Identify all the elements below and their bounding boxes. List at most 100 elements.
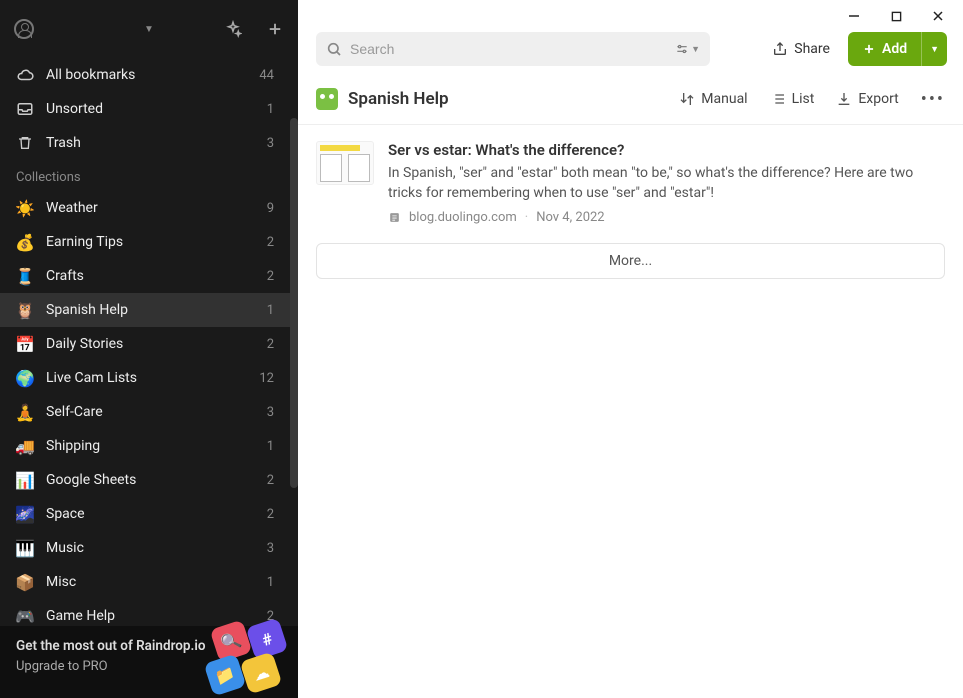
more-icon: ••• xyxy=(921,89,945,110)
sidebar-item-count: 2 xyxy=(267,269,282,284)
collections-heading: Collections xyxy=(0,160,298,191)
collection-emoji-icon: 📊 xyxy=(16,471,34,489)
sidebar-item-count: 2 xyxy=(267,507,282,522)
bookmark-thumbnail xyxy=(316,141,374,185)
more-button[interactable]: ••• xyxy=(921,89,945,110)
bookmark-description: In Spanish, "ser" and "estar" both mean … xyxy=(388,163,945,204)
collection-emoji-icon: ☀️ xyxy=(16,199,34,217)
collection-emoji-icon: 📅 xyxy=(16,335,34,353)
sidebar-item-google-sheets[interactable]: 📊 Google Sheets2 xyxy=(0,463,298,497)
sidebar-item-label: Daily Stories xyxy=(46,336,267,352)
sidebar-item-daily-stories[interactable]: 📅 Daily Stories2 xyxy=(0,327,298,361)
add-button[interactable]: Add ▼ xyxy=(848,32,947,66)
sidebar-item-label: Trash xyxy=(46,135,267,151)
search-icon xyxy=(326,41,342,57)
sidebar-item-shipping[interactable]: 🚚Shipping1 xyxy=(0,429,298,463)
sidebar-item-weather[interactable]: ☀️Weather9 xyxy=(0,191,298,225)
sidebar-item-unsorted[interactable]: Unsorted 1 xyxy=(0,92,298,126)
toolbar: ▼ Share Add ▼ xyxy=(298,28,963,78)
sidebar-item-count: 1 xyxy=(267,575,282,590)
trash-icon xyxy=(16,134,34,152)
sidebar-item-self-care[interactable]: 🧘Self-Care3 xyxy=(0,395,298,429)
content-area: Ser vs estar: What's the difference? In … xyxy=(298,125,963,698)
collection-emoji-icon: 🎹 xyxy=(16,539,34,557)
account-caret-icon[interactable]: ▼ xyxy=(144,24,154,35)
bookmark-meta: blog.duolingo.com · Nov 4, 2022 xyxy=(388,210,945,225)
share-label: Share xyxy=(794,41,830,57)
more-button[interactable]: More... xyxy=(316,243,945,279)
bookmark-title: Ser vs estar: What's the difference? xyxy=(388,141,945,159)
sidebar-item-label: Crafts xyxy=(46,268,267,284)
add-label: Add xyxy=(882,41,907,57)
search-box[interactable]: ▼ xyxy=(316,32,710,66)
sort-button[interactable]: Manual xyxy=(679,91,747,107)
sidebar-header: ▼ xyxy=(0,0,298,58)
sidebar-item-count: 12 xyxy=(259,371,282,386)
add-button-dropdown[interactable]: ▼ xyxy=(921,32,947,66)
collection-header: Spanish Help Manual List Export ••• xyxy=(298,78,963,125)
plus-icon xyxy=(862,42,876,56)
sidebar-item-music[interactable]: 🎹Music3 xyxy=(0,531,298,565)
sort-label: Manual xyxy=(701,91,747,107)
view-button[interactable]: List xyxy=(770,91,815,107)
sidebar-item-label: Google Sheets xyxy=(46,472,267,488)
share-button[interactable]: Share xyxy=(768,35,834,63)
sidebar-item-count: 3 xyxy=(267,136,282,151)
sidebar-item-live-cam-lists[interactable]: 🌍Live Cam Lists12 xyxy=(0,361,298,395)
minimize-button[interactable] xyxy=(847,9,861,23)
sidebar-item-crafts[interactable]: 🧵 Crafts2 xyxy=(0,259,298,293)
export-icon xyxy=(836,91,852,107)
sidebar-item-count: 44 xyxy=(259,68,282,83)
sidebar: ▼ All bookmarks 44 Unsorted 1 Trash 3 xyxy=(0,0,298,698)
chevron-down-icon: ▼ xyxy=(930,44,939,55)
close-button[interactable] xyxy=(931,9,945,23)
sidebar-item-count: 2 xyxy=(267,473,282,488)
search-options-icon[interactable]: ▼ xyxy=(675,42,700,56)
tile-cloud-icon: ☁ xyxy=(240,652,283,695)
sidebar-item-earning-tips[interactable]: 💰 Earning Tips2 xyxy=(0,225,298,259)
maximize-button[interactable] xyxy=(889,9,903,23)
sidebar-item-trash[interactable]: Trash 3 xyxy=(0,126,298,160)
bookmark-item[interactable]: Ser vs estar: What's the difference? In … xyxy=(316,141,945,225)
sidebar-item-misc[interactable]: 📦Misc1 xyxy=(0,565,298,599)
sidebar-item-all-bookmarks[interactable]: All bookmarks 44 xyxy=(0,58,298,92)
export-button[interactable]: Export xyxy=(836,91,898,107)
collection-emoji-icon: 🚚 xyxy=(16,437,34,455)
view-label: List xyxy=(792,91,815,107)
tile-folder-icon: 📁 xyxy=(204,654,247,697)
collection-icon xyxy=(316,88,338,110)
add-button-main[interactable]: Add xyxy=(848,32,921,66)
sidebar-item-count: 2 xyxy=(267,337,282,352)
sidebar-list: All bookmarks 44 Unsorted 1 Trash 3 Coll… xyxy=(0,58,298,626)
sidebar-item-count: 1 xyxy=(267,102,282,117)
inbox-icon xyxy=(16,100,34,118)
article-icon xyxy=(388,211,401,224)
sidebar-item-count: 2 xyxy=(267,235,282,250)
collection-emoji-icon: 🧵 xyxy=(16,267,34,285)
sparkle-icon[interactable] xyxy=(224,20,242,38)
main-panel: ▼ Share Add ▼ Spanish Help Manual Lis xyxy=(298,0,963,698)
scrollbar[interactable] xyxy=(290,118,298,488)
sidebar-item-count: 1 xyxy=(267,439,282,454)
collection-emoji-icon: 🎮 xyxy=(16,607,34,625)
collection-emoji-icon: 🦉 xyxy=(16,301,34,319)
sidebar-item-count: 9 xyxy=(267,201,282,216)
sidebar-item-label: All bookmarks xyxy=(46,67,259,83)
plus-icon[interactable] xyxy=(266,20,284,38)
promo-banner[interactable]: Get the most out of Raindrop.io Upgrade … xyxy=(0,626,298,698)
cloud-icon xyxy=(16,66,34,84)
collection-emoji-icon: 🌍 xyxy=(16,369,34,387)
sidebar-item-game-help[interactable]: 🎮Game Help2 xyxy=(0,599,298,626)
sidebar-item-label: Spanish Help xyxy=(46,302,267,318)
collection-emoji-icon: 💰 xyxy=(16,233,34,251)
sidebar-item-spanish-help[interactable]: 🦉 Spanish Help1 xyxy=(0,293,298,327)
collection-emoji-icon: 🧘 xyxy=(16,403,34,421)
export-label: Export xyxy=(858,91,898,107)
collection-emoji-icon: 🌌 xyxy=(16,505,34,523)
sidebar-item-label: Earning Tips xyxy=(46,234,267,250)
avatar[interactable] xyxy=(14,19,34,39)
sidebar-item-count: 1 xyxy=(267,303,282,318)
search-input[interactable] xyxy=(342,41,675,57)
sidebar-item-label: Self-Care xyxy=(46,404,267,420)
sidebar-item-space[interactable]: 🌌Space2 xyxy=(0,497,298,531)
